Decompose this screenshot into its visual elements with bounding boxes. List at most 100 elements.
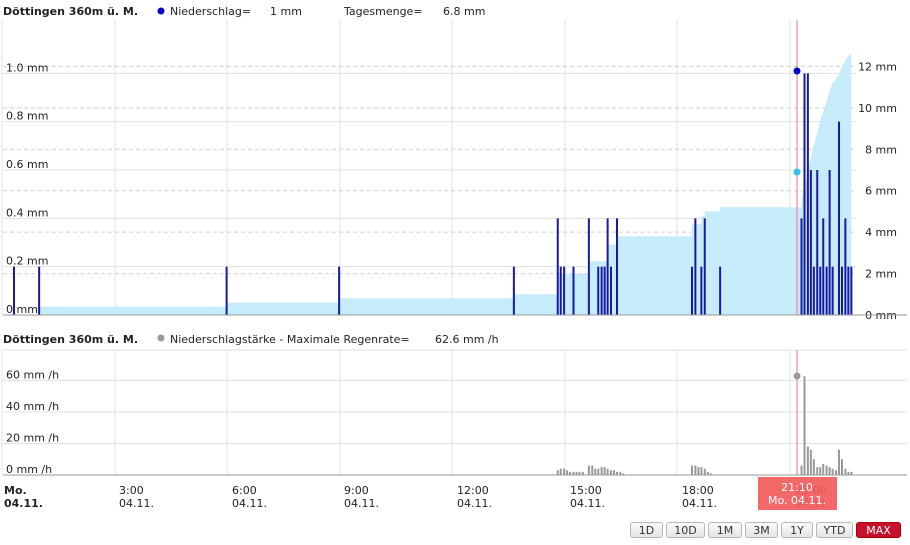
x-axis-tick-date: 04.11. [232, 497, 267, 510]
bottom-station-title: Döttingen 360m ü. M. [3, 333, 138, 346]
precipitation-bar [803, 73, 806, 315]
rain-rate-bar [819, 467, 822, 475]
rain-rate-bar [803, 376, 806, 475]
rain-rate-bar [812, 459, 815, 475]
precipitation-bar [691, 266, 693, 315]
precipitation-bar [850, 266, 853, 315]
bottom-series-value: 62.6 mm /h [435, 333, 499, 346]
rain-rate-bar [694, 465, 697, 475]
daily-total-area-shape [39, 54, 852, 315]
precipitation-bar [559, 266, 562, 315]
range-button-10d[interactable]: 10D [666, 522, 705, 538]
rain-rate-bar [809, 449, 812, 475]
right-axis-tick-label: 8 mm [865, 143, 897, 156]
rain-rate-bar [835, 470, 837, 475]
bottom-series-label: Niederschlagstärke - Maximale Regenrate= [170, 333, 410, 346]
left-axis-tick-label: 1.0 mm [6, 61, 48, 74]
x-axis-tick-date: 04.11. [4, 497, 43, 510]
rain-rate-bar [600, 467, 603, 475]
precipitation-bar [800, 218, 803, 315]
x-axis-tick-time: 12:00 [457, 484, 489, 497]
precipitation-bar [597, 266, 600, 315]
precipitation-bar [822, 218, 825, 315]
top-series-label: Niederschlag= [170, 5, 251, 18]
precipitation-bar [587, 218, 590, 315]
range-button-1y[interactable]: 1Y [781, 522, 813, 538]
rain-rate-bar [844, 468, 847, 475]
precipitation-bar [556, 218, 559, 315]
right-axis-tick-label: 4 mm [865, 226, 897, 239]
left-axis-tick-label: 0.6 mm [6, 158, 48, 171]
right-axis-tick-label: 10 mm [858, 102, 897, 115]
rain-rate-bar [563, 468, 566, 475]
rain-rate-bar [566, 470, 569, 475]
range-button-3m[interactable]: 3M [745, 522, 778, 538]
x-axis-tick-time: 15:00 [570, 484, 602, 497]
precipitation-bar [610, 266, 612, 315]
precipitation-bar [719, 266, 722, 315]
precipitation-bar [700, 266, 703, 315]
range-button-1d[interactable]: 1D [630, 522, 663, 538]
rain-rate-bar [806, 446, 809, 475]
right-axis-tick-label: 2 mm [865, 268, 897, 281]
rain-rate-bar [841, 459, 843, 475]
x-axis-tick-date: 04.11. [344, 497, 379, 510]
left-axis-tick-label: 0 mm [6, 303, 38, 316]
top-station-title: Döttingen 360m ü. M. [3, 5, 138, 18]
x-axis-tick-date: 04.11. [457, 497, 492, 510]
rain-rate-bar [697, 467, 700, 475]
precipitation-bar [847, 266, 850, 315]
rain-rate-bar [610, 470, 612, 475]
rain-rate-bar [613, 470, 615, 475]
rain-rate-bar [800, 465, 803, 475]
precipitation-bar [838, 121, 840, 316]
bottom-axis-tick-label: 40 mm /h [6, 400, 59, 413]
rain-rate-bar [591, 465, 594, 475]
precipitation-bar [809, 170, 812, 315]
precipitation-bar [572, 266, 575, 315]
left-axis-tick-label: 0.4 mm [6, 206, 48, 219]
precipitation-bar [606, 218, 609, 315]
right-axis-tick-label: 6 mm [865, 185, 897, 198]
rain-rate-bar [556, 470, 559, 475]
x-axis-tick-date: 04.11. [119, 497, 154, 510]
precipitation-bar [844, 218, 847, 315]
range-button-max[interactable]: MAX [856, 522, 901, 538]
rain-rate-bars [556, 376, 853, 475]
bottom-legend-marker [157, 334, 165, 342]
x-axis-tick-time: 6:00 [232, 484, 257, 497]
crosshair-time: 21:10 [781, 481, 813, 494]
precipitation-bar [812, 266, 815, 315]
rain-rate-bar [831, 468, 834, 475]
rain-rate-bar [691, 465, 693, 475]
rain-rate-bar [603, 467, 606, 475]
crosshair-date: Mo. 04.11. [768, 494, 826, 507]
precipitation-bar [603, 266, 606, 315]
rain-rate-bar [559, 468, 562, 475]
precipitation-bar [816, 170, 819, 315]
rain-rate-bar [828, 467, 831, 475]
x-axis: Mo.04.11.3:0004.11.6:0004.11.9:0004.11.1… [4, 484, 830, 510]
range-button-1m[interactable]: 1M [708, 522, 742, 538]
precipitation-bar [819, 266, 822, 315]
x-axis-tick-time: 3:00 [119, 484, 144, 497]
crosshair-point-precip [793, 67, 801, 75]
top-left-axis: 0 mm 0.2 mm 0.4 mm 0.6 mm 0.8 mm 1.0 mm [6, 61, 48, 316]
x-axis-tick-time: 18:00 [682, 484, 714, 497]
rain-rate-bar [606, 468, 609, 475]
x-axis-tick-time: 9:00 [344, 484, 369, 497]
precipitation-bar [703, 218, 706, 315]
bottom-gridlines [1, 349, 907, 475]
right-axis-tick-label: 12 mm [858, 60, 897, 73]
precipitation-bar [225, 266, 228, 315]
precipitation-bar [825, 266, 828, 315]
rain-rate-bar [838, 449, 840, 475]
precipitation-bar [600, 266, 603, 315]
range-button-ytd[interactable]: YTD [816, 522, 853, 538]
bottom-axis-tick-label: 0 mm /h [6, 463, 52, 476]
precipitation-bar [694, 218, 697, 315]
rain-rate-bar [700, 467, 703, 475]
top-total-label: Tagesmenge= [343, 5, 423, 18]
precipitation-bar [38, 266, 41, 315]
rain-rate-bar [816, 467, 819, 475]
